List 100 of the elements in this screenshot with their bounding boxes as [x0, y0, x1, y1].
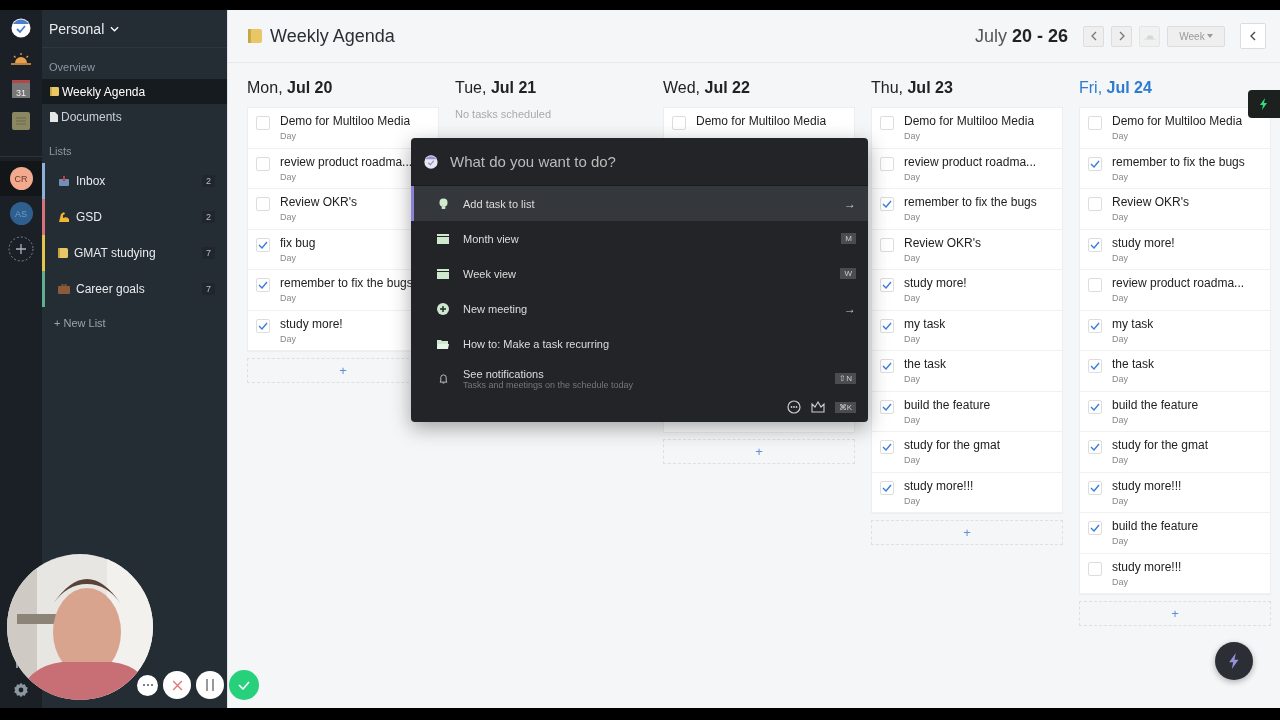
app-logo-icon[interactable] [11, 18, 31, 38]
task-checkbox[interactable] [880, 116, 894, 130]
task-count: 2 [202, 175, 215, 187]
task-card[interactable]: study for the gmat Day [872, 432, 1062, 473]
task-card[interactable]: build the feature Day [872, 391, 1062, 432]
task-checkbox[interactable] [880, 440, 894, 454]
task-card[interactable]: review product roadma... Day [872, 148, 1062, 189]
task-title: review product roadma... [280, 154, 413, 169]
task-checkbox[interactable] [1088, 480, 1102, 495]
task-card[interactable]: Demo for Multiloo Media Day [872, 108, 1062, 149]
crown-icon[interactable] [810, 401, 825, 413]
calendar-icon[interactable]: 31 [12, 80, 30, 98]
list-item[interactable]: GMAT studying 7 [42, 235, 227, 271]
task-title: study more!!! [904, 478, 974, 493]
sidebar-item[interactable]: Documents [42, 104, 227, 129]
sunrise-icon[interactable] [11, 52, 31, 66]
list-item[interactable]: GSD 2 [42, 199, 227, 235]
task-card[interactable]: study more!!! Day [1080, 472, 1270, 513]
task-checkbox[interactable] [1088, 399, 1102, 414]
command-label: Week view [463, 267, 517, 280]
sidebar-item[interactable]: Weekly Agenda [42, 79, 227, 104]
task-duration: Day [280, 171, 297, 182]
task-checkbox[interactable] [1088, 359, 1102, 373]
task-title: build the feature [1112, 519, 1199, 533]
task-checkbox[interactable] [1088, 197, 1102, 211]
task-checkbox[interactable] [1088, 278, 1102, 292]
new-list-link[interactable]: + New List [42, 307, 227, 329]
task-card[interactable]: study more! Day [872, 270, 1062, 311]
task-card[interactable]: build the feature Day [1080, 513, 1270, 554]
task-checkbox[interactable] [256, 156, 270, 171]
add-workspace-icon[interactable] [8, 236, 34, 262]
task-card[interactable]: study for the gmat Day [1080, 432, 1270, 473]
quick-action-button[interactable] [1215, 642, 1253, 680]
arrow-right-icon: → [844, 196, 856, 211]
page-title: Weekly Agenda [270, 25, 395, 47]
workspace-avatar[interactable]: CR [0, 161, 42, 196]
command-label: New meeting [463, 302, 529, 315]
task-card[interactable]: the task Day [1080, 351, 1270, 392]
task-duration: Day [280, 252, 297, 263]
day-heading: Thu, Jul 23 [871, 78, 953, 98]
task-duration: Day [1112, 414, 1129, 425]
task-duration: Day [904, 212, 921, 222]
task-checkbox[interactable] [1088, 116, 1102, 130]
task-checkbox[interactable] [880, 278, 894, 292]
task-checkbox[interactable] [880, 480, 894, 495]
task-card[interactable]: Review OKR's Day [1080, 189, 1270, 230]
task-card[interactable]: my task Day [872, 310, 1062, 351]
task-checkbox[interactable] [880, 237, 894, 252]
task-card[interactable]: Review OKR's Day [872, 229, 1062, 270]
task-card[interactable]: the task Day [872, 351, 1062, 392]
task-checkbox[interactable] [1088, 156, 1102, 171]
task-checkbox[interactable] [880, 359, 894, 373]
task-checkbox[interactable] [1088, 561, 1102, 576]
task-checkbox[interactable] [1088, 318, 1102, 333]
task-duration: Day [904, 171, 921, 182]
task-card[interactable]: study more!!! Day [1080, 553, 1270, 594]
task-checkbox[interactable] [256, 116, 270, 130]
task-title: remember to fix the bugs [1112, 154, 1245, 169]
task-checkbox[interactable] [880, 318, 894, 333]
list-item[interactable]: Career goals 7 [42, 271, 227, 307]
task-checkbox[interactable] [672, 116, 686, 130]
task-checkbox[interactable] [1088, 237, 1102, 252]
collapse-button[interactable] [1240, 23, 1266, 49]
task-card[interactable]: review product roadma... Day [1080, 270, 1270, 311]
caret-down-icon [1206, 34, 1213, 38]
notebook-icon [248, 29, 262, 43]
command-description: Tasks and meetings on the schedule today [463, 379, 635, 390]
plus-circle-icon [437, 302, 449, 315]
command-item[interactable]: Add task to list → [411, 186, 868, 221]
task-checkbox[interactable] [256, 278, 270, 292]
app-logo-icon [424, 154, 438, 169]
task-card[interactable]: study more! Day [1080, 229, 1270, 270]
command-input[interactable]: What do you want to do? [448, 152, 832, 171]
task-checkbox[interactable] [880, 399, 894, 414]
task-checkbox[interactable] [880, 197, 894, 211]
task-card[interactable]: study more!!! Day [872, 472, 1062, 513]
task-duration: Day [1112, 171, 1129, 182]
task-card[interactable]: remember to fix the bugs Day [1080, 148, 1270, 189]
quick-action-tab[interactable] [1248, 90, 1280, 118]
shortcut-key: M [841, 233, 856, 244]
task-checkbox[interactable] [1088, 440, 1102, 454]
task-title: study more! [904, 276, 967, 290]
chat-icon[interactable] [786, 400, 801, 414]
task-title: study more! [280, 316, 343, 331]
task-checkbox[interactable] [256, 318, 270, 333]
settings-icon[interactable] [13, 682, 29, 698]
task-card[interactable]: build the feature Day [1080, 391, 1270, 432]
task-count: 7 [202, 247, 215, 259]
check-icon [238, 680, 250, 690]
task-title: build the feature [904, 397, 991, 412]
task-card[interactable]: my task Day [1080, 310, 1270, 351]
list-label: GSD [76, 210, 103, 224]
task-card[interactable]: remember to fix the bugs Day [872, 189, 1062, 230]
task-checkbox[interactable] [1088, 521, 1102, 535]
task-checkbox[interactable] [880, 156, 894, 171]
sidebar-item-label: Weekly Agenda [62, 84, 146, 99]
task-title: review product roadma... [1112, 276, 1245, 290]
task-checkbox[interactable] [256, 237, 270, 252]
list-item[interactable]: Inbox 2 [42, 163, 227, 199]
task-checkbox[interactable] [256, 197, 270, 211]
